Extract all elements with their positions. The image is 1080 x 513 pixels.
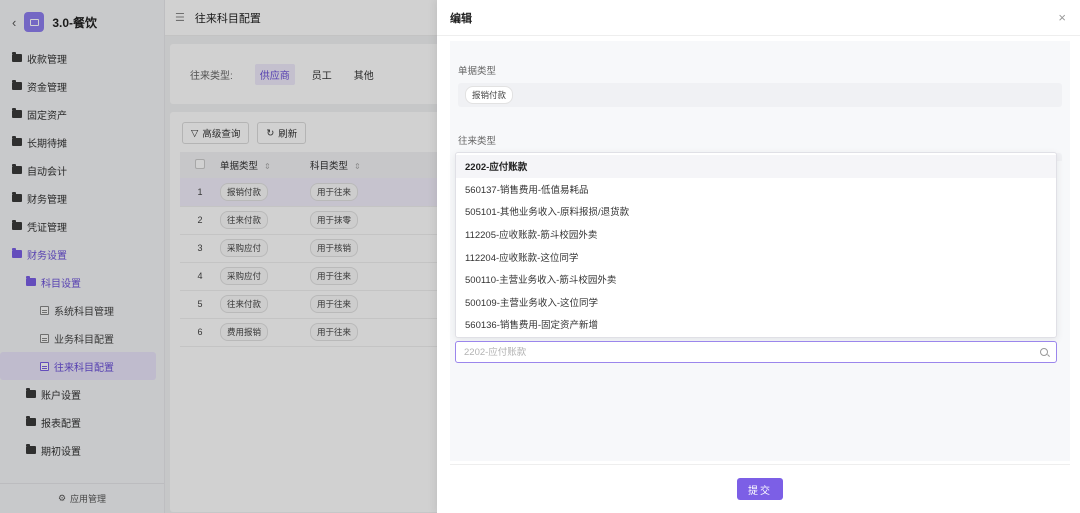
drawer-footer: 提交 xyxy=(450,464,1070,513)
doc-type-field-label: 单据类型 xyxy=(458,66,497,77)
dropdown-option[interactable]: 112204-应收账款-这位同学 xyxy=(456,245,1056,268)
close-icon[interactable]: × xyxy=(1058,10,1066,25)
dropdown-option[interactable]: 2202-应付账款 xyxy=(456,155,1056,178)
dropdown-option[interactable]: 112205-应收账款-筋斗校园外卖 xyxy=(456,223,1056,246)
doc-type-field: 报销付款 xyxy=(458,83,1062,107)
search-icon xyxy=(1040,348,1048,356)
dropdown-option[interactable]: 500110-主营业务收入-筋斗校园外卖 xyxy=(456,268,1056,291)
contact-type-field-label: 往来类型 xyxy=(458,136,497,147)
drawer-header: 编辑 × xyxy=(437,0,1080,36)
dropdown-option[interactable]: 500109-主营业务收入-这位同学 xyxy=(456,291,1056,314)
drawer-title: 编辑 xyxy=(450,12,472,25)
dropdown-option[interactable]: 505101-其他业务收入-原料报损/退货款 xyxy=(456,200,1056,223)
dropdown-option[interactable]: 560137-销售费用-低值易耗品 xyxy=(456,178,1056,201)
subject-dropdown: 2202-应付账款 560137-销售费用-低值易耗品 505101-其他业务收… xyxy=(455,152,1057,338)
doc-type-value-tag: 报销付款 xyxy=(465,86,514,104)
dropdown-option[interactable]: 560136-销售费用-固定资产新增 xyxy=(456,313,1056,336)
submit-button[interactable]: 提交 xyxy=(737,478,783,500)
subject-search-field[interactable] xyxy=(455,341,1057,363)
subject-search-input[interactable] xyxy=(464,346,1024,358)
